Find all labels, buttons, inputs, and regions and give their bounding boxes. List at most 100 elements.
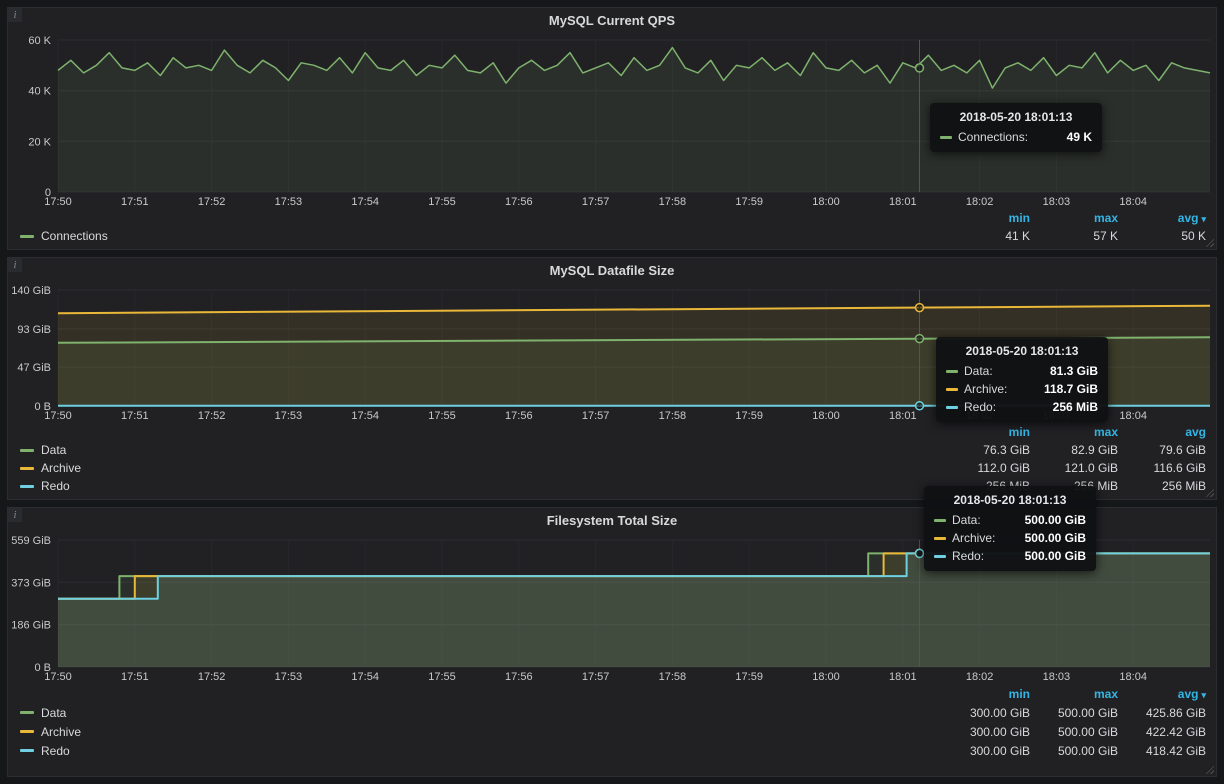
svg-text:60 K: 60 K — [28, 35, 51, 47]
legend-min-value: 76.3 GiB — [942, 443, 1030, 457]
legend-avg-value: 256 MiB — [1118, 479, 1206, 493]
svg-text:17:59: 17:59 — [735, 410, 763, 422]
tooltip-row: Data: 500.00 GiB — [934, 513, 1086, 527]
svg-text:47 GiB: 47 GiB — [17, 362, 51, 374]
series-label: Archive — [41, 461, 81, 475]
series-color-swatch — [946, 388, 958, 391]
svg-text:40 K: 40 K — [28, 86, 51, 98]
legend-sort-min[interactable]: min — [942, 425, 1030, 439]
panel-title[interactable]: Filesystem Total Size — [547, 513, 678, 528]
svg-text:0 B: 0 B — [34, 662, 51, 674]
series-label: Connections — [41, 229, 108, 243]
legend-row-archive: Archive 300.00 GiB 500.00 GiB 422.42 GiB — [20, 722, 1206, 741]
legend-avg-value: 79.6 GiB — [1118, 443, 1206, 457]
svg-text:18:03: 18:03 — [1043, 671, 1071, 683]
legend-sort-max[interactable]: max — [1030, 211, 1118, 225]
series-toggle-redo[interactable]: Redo — [20, 479, 942, 493]
series-toggle-archive[interactable]: Archive — [20, 461, 942, 475]
svg-text:17:52: 17:52 — [198, 410, 226, 422]
svg-text:18:03: 18:03 — [1043, 196, 1071, 208]
chevron-down-icon: ▾ — [1201, 214, 1206, 224]
legend-sort-min[interactable]: min — [942, 687, 1030, 701]
panel-info-icon[interactable]: i — [8, 508, 22, 522]
legend-row-archive: Archive 112.0 GiB 121.0 GiB 116.6 GiB — [20, 459, 1206, 477]
panel-header: MySQL Datafile Size — [8, 258, 1216, 282]
series-label: Redo — [41, 744, 70, 758]
tooltip-series-label: Data: — [964, 364, 993, 378]
legend-sort-avg[interactable]: avg — [1118, 425, 1206, 439]
series-label: Data — [41, 706, 66, 720]
legend-min-value: 300.00 GiB — [942, 744, 1030, 758]
legend-sort-max[interactable]: max — [1030, 425, 1118, 439]
legend-row-redo: Redo 300.00 GiB 500.00 GiB 418.42 GiB — [20, 741, 1206, 760]
legend-avg-value: 50 K — [1118, 229, 1206, 243]
series-toggle-archive[interactable]: Archive — [20, 725, 942, 739]
qps-legend: min max avg▾ Connections 41 K 57 K 50 K — [8, 209, 1216, 249]
legend-min-value: 112.0 GiB — [942, 461, 1030, 475]
svg-text:373 GiB: 373 GiB — [11, 577, 51, 589]
tooltip-row: Connections: 49 K — [940, 130, 1092, 144]
svg-text:17:59: 17:59 — [735, 671, 763, 683]
series-toggle-data[interactable]: Data — [20, 443, 942, 457]
svg-text:140 GiB: 140 GiB — [11, 285, 51, 297]
series-color-swatch — [940, 136, 952, 139]
tooltip-series-value: 500.00 GiB — [1009, 531, 1086, 545]
svg-text:17:56: 17:56 — [505, 410, 533, 422]
svg-text:17:52: 17:52 — [198, 671, 226, 683]
legend-header-row: min max avg▾ — [20, 684, 1206, 703]
svg-text:18:00: 18:00 — [812, 196, 840, 208]
svg-text:17:55: 17:55 — [428, 410, 456, 422]
panel-header: MySQL Current QPS — [8, 8, 1216, 32]
series-toggle-redo[interactable]: Redo — [20, 744, 942, 758]
svg-text:18:01: 18:01 — [889, 671, 917, 683]
legend-max-value: 500.00 GiB — [1030, 744, 1118, 758]
tooltip-series-value: 81.3 GiB — [1034, 364, 1098, 378]
legend-row-data: Data 76.3 GiB 82.9 GiB 79.6 GiB — [20, 441, 1206, 459]
legend-max-value: 500.00 GiB — [1030, 706, 1118, 720]
legend-sort-avg[interactable]: avg▾ — [1118, 687, 1206, 701]
series-label: Archive — [41, 725, 81, 739]
svg-text:17:59: 17:59 — [735, 196, 763, 208]
legend-sort-avg[interactable]: avg▾ — [1118, 211, 1206, 225]
legend-header-row: min max avg — [20, 423, 1206, 441]
series-color-swatch — [20, 749, 34, 752]
tooltip-series-label: Redo: — [952, 549, 984, 563]
svg-text:18:02: 18:02 — [966, 671, 994, 683]
tooltip-series-value: 49 K — [1051, 130, 1092, 144]
series-color-swatch — [20, 235, 34, 238]
svg-text:17:51: 17:51 — [121, 671, 149, 683]
chevron-down-icon: ▾ — [1201, 690, 1206, 700]
legend-avg-value: 116.6 GiB — [1118, 461, 1206, 475]
series-toggle-data[interactable]: Data — [20, 706, 942, 720]
grafana-dashboard: i MySQL Current QPS 17:5017:5117:5217:53… — [0, 0, 1224, 784]
legend-sort-max[interactable]: max — [1030, 687, 1118, 701]
svg-text:17:54: 17:54 — [351, 671, 379, 683]
tooltip-row: Archive: 118.7 GiB — [946, 382, 1098, 396]
legend-avg-value: 425.86 GiB — [1118, 706, 1206, 720]
svg-text:186 GiB: 186 GiB — [11, 620, 51, 632]
tooltip-row: Redo: 500.00 GiB — [934, 549, 1086, 563]
panel-title[interactable]: MySQL Datafile Size — [550, 263, 675, 278]
series-color-swatch — [20, 467, 34, 470]
tooltip-series-label: Archive: — [964, 382, 1007, 396]
svg-text:17:51: 17:51 — [121, 196, 149, 208]
svg-text:17:53: 17:53 — [275, 196, 303, 208]
series-label: Data — [41, 443, 66, 457]
svg-text:93 GiB: 93 GiB — [17, 324, 51, 336]
legend-sort-min[interactable]: min — [942, 211, 1030, 225]
legend-min-value: 300.00 GiB — [942, 725, 1030, 739]
chart-tooltip-datafile: 2018-05-20 18:01:13 Data: 81.3 GiB Archi… — [936, 337, 1108, 422]
legend-min-value: 300.00 GiB — [942, 706, 1030, 720]
series-color-swatch — [20, 711, 34, 714]
svg-text:18:01: 18:01 — [889, 196, 917, 208]
series-toggle-connections[interactable]: Connections — [20, 229, 942, 243]
svg-text:17:55: 17:55 — [428, 196, 456, 208]
panel-title[interactable]: MySQL Current QPS — [549, 13, 675, 28]
legend-avg-value: 418.42 GiB — [1118, 744, 1206, 758]
svg-text:17:58: 17:58 — [659, 410, 687, 422]
svg-text:559 GiB: 559 GiB — [11, 535, 51, 547]
panel-info-icon[interactable]: i — [8, 8, 22, 22]
panel-info-icon[interactable]: i — [8, 258, 22, 272]
svg-text:0 B: 0 B — [34, 401, 51, 413]
tooltip-series-value: 500.00 GiB — [1009, 513, 1086, 527]
